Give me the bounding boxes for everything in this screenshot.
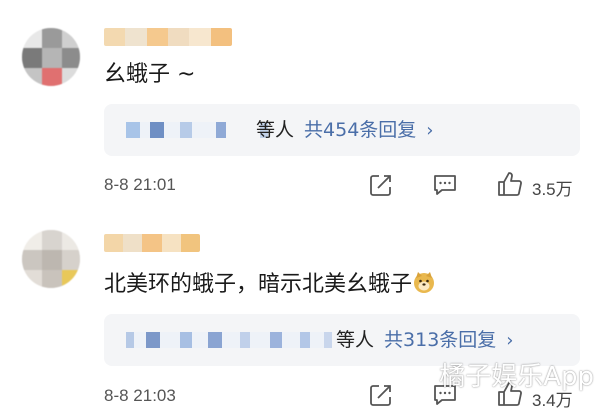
avatar[interactable]	[22, 28, 80, 86]
comment-text: 幺蛾子 ~	[104, 62, 196, 87]
reply-count-link[interactable]: 共313条回复	[384, 329, 496, 351]
timestamp: 8-8 21:03	[104, 386, 176, 405]
username-blurred[interactable]	[104, 234, 200, 252]
reply-summary-text: 等人 共454条回复 ›	[256, 117, 433, 144]
comment-text: 北美环的蛾子，暗示北美幺蛾子	[104, 270, 436, 300]
avatar[interactable]	[22, 230, 80, 288]
reply-others-label: 等人	[336, 329, 375, 351]
doge-emoji-icon	[414, 272, 435, 293]
replier-names-blurred	[126, 122, 268, 138]
reply-others-label: 等人	[256, 119, 295, 141]
chevron-right-icon: ›	[426, 120, 434, 141]
reply-count-link[interactable]: 共454条回复	[304, 119, 416, 141]
like-count: 3.5万	[532, 180, 573, 199]
share-icon[interactable]	[368, 382, 394, 408]
replier-names-blurred	[126, 332, 332, 348]
watermark: 橘子娱乐App	[439, 362, 594, 392]
comment-item: 幺蛾子 ~ 等人 共454条回复 › 8-8 21:01 3.5万	[0, 0, 600, 210]
reply-summary[interactable]: 等人 共454条回复 ›	[104, 104, 580, 156]
share-icon[interactable]	[368, 172, 394, 198]
chevron-right-icon: ›	[506, 330, 514, 351]
username-blurred[interactable]	[104, 28, 232, 46]
timestamp: 8-8 21:01	[104, 175, 176, 194]
comment-icon[interactable]	[432, 172, 458, 198]
comment-text-content: 北美环的蛾子，暗示北美幺蛾子	[104, 272, 413, 297]
thumbs-up-icon[interactable]	[496, 170, 524, 198]
reply-summary-text: 等人 共313条回复 ›	[336, 327, 513, 354]
